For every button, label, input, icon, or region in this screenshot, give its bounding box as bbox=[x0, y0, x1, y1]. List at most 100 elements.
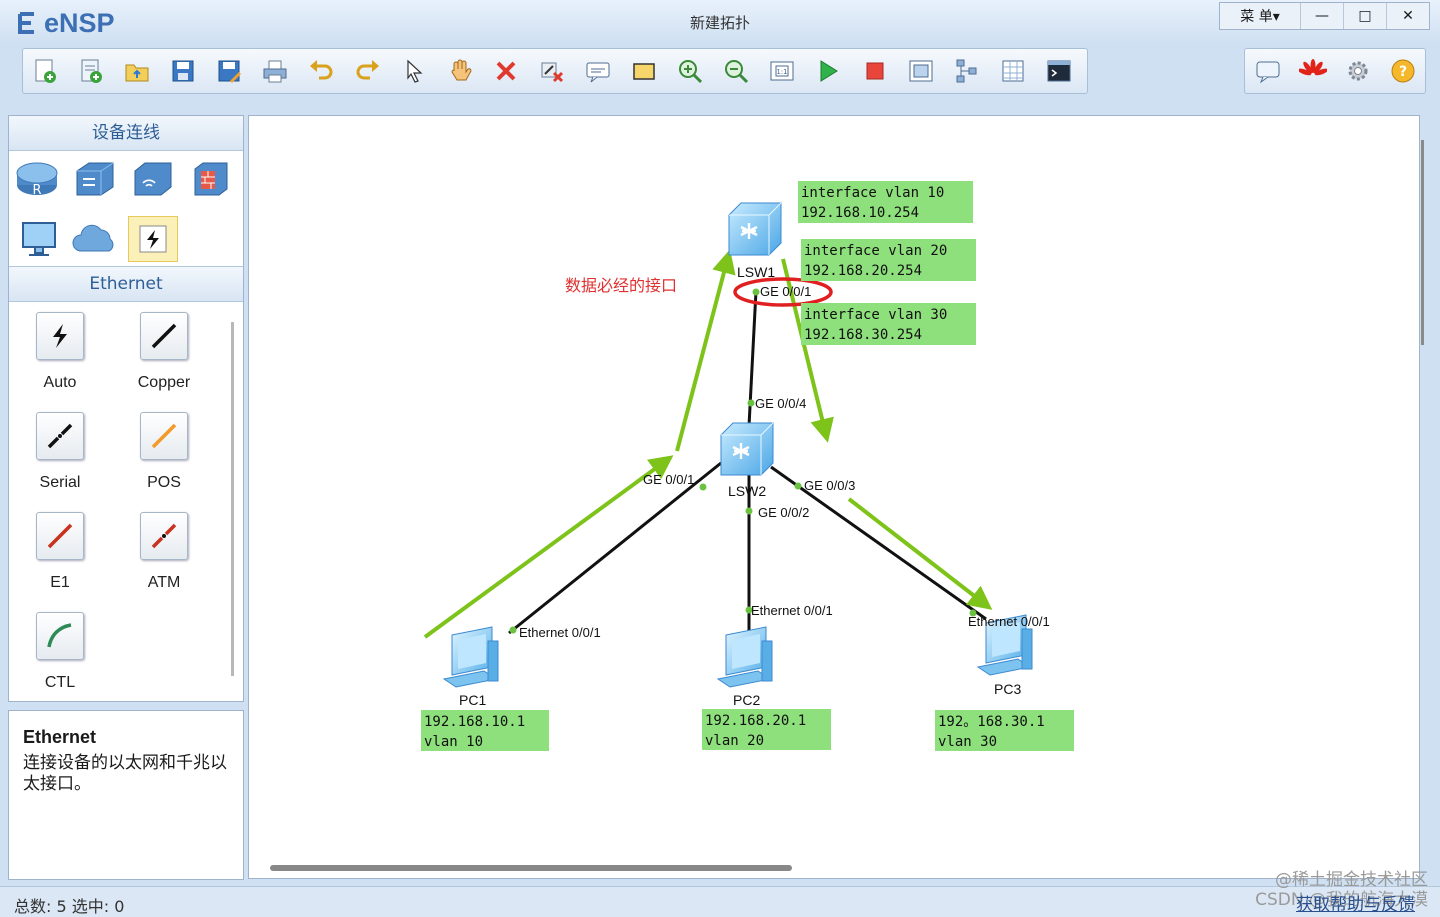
pan-button[interactable] bbox=[442, 53, 478, 89]
pc-icon bbox=[22, 222, 56, 256]
flow-arrow-pc1-to-lsw2 bbox=[423, 455, 674, 639]
canvas-vertical-scrollbar[interactable] bbox=[1421, 140, 1424, 345]
note-pc2[interactable]: 192.168.20.1 vlan 20 bbox=[702, 709, 831, 750]
cable-atm[interactable]: ATM bbox=[119, 512, 209, 592]
atm-cable-icon bbox=[151, 523, 177, 549]
devices-header: 设备连线 bbox=[9, 116, 243, 151]
note-pc1[interactable]: 192.168.10.1 vlan 10 bbox=[421, 710, 549, 751]
note-line: vlan 10 bbox=[424, 734, 483, 750]
annotation-text[interactable]: 数据必经的接口 bbox=[565, 276, 677, 295]
cable-label: Auto bbox=[43, 374, 77, 391]
cable-serial[interactable]: Serial bbox=[15, 412, 105, 492]
capture-button[interactable] bbox=[903, 53, 939, 89]
cable-auto[interactable]: Auto bbox=[15, 312, 105, 392]
close-button[interactable]: ✕ bbox=[1386, 3, 1429, 29]
switch-lsw1[interactable] bbox=[727, 201, 783, 257]
note-line: interface vlan 10 bbox=[801, 185, 944, 201]
delete-button[interactable] bbox=[488, 53, 524, 89]
switch-category[interactable] bbox=[71, 157, 119, 201]
rectangle-button[interactable] bbox=[626, 53, 662, 89]
topology-button[interactable] bbox=[949, 53, 985, 89]
help-button[interactable]: ? bbox=[1385, 53, 1421, 89]
pan-hand-icon bbox=[451, 59, 472, 81]
pc1[interactable] bbox=[443, 626, 499, 688]
huawei-button[interactable] bbox=[1295, 53, 1331, 89]
print-button[interactable] bbox=[257, 53, 293, 89]
cli-icon bbox=[1047, 60, 1071, 82]
save-icon bbox=[172, 60, 194, 82]
minimize-button[interactable]: — bbox=[1300, 3, 1343, 29]
router-icon: R bbox=[16, 162, 58, 198]
horizontal-scroll-thumb[interactable] bbox=[270, 865, 792, 871]
info-panel: Ethernet 连接设备的以太网和千兆以太接口。 bbox=[8, 710, 244, 880]
open-icon bbox=[125, 64, 149, 82]
note-line: 192.168.20.1 bbox=[705, 713, 806, 729]
zoom-in-button[interactable] bbox=[672, 53, 708, 89]
cable-pos[interactable]: POS bbox=[119, 412, 209, 492]
grid-icon bbox=[1002, 60, 1024, 82]
topology-canvas[interactable]: interface vlan 10 192.168.10.254 interfa… bbox=[248, 115, 1420, 879]
cable-copper[interactable]: Copper bbox=[119, 312, 209, 392]
redo-button[interactable] bbox=[350, 53, 386, 89]
port-label: Ethernet 0/0/1 bbox=[968, 614, 1050, 629]
note-line: interface vlan 30 bbox=[804, 307, 947, 323]
topology-diagram: interface vlan 10 192.168.10.254 interfa… bbox=[421, 181, 1074, 751]
pc2[interactable] bbox=[717, 626, 773, 688]
note-pc3[interactable]: 192。168.30.1 vlan 30 bbox=[935, 710, 1074, 751]
stop-device-button[interactable] bbox=[857, 53, 893, 89]
cable-ctl[interactable]: CTL bbox=[15, 612, 105, 692]
flow-arrow-lsw2-to-pc3 bbox=[847, 497, 993, 610]
note-vlan10[interactable]: interface vlan 10 192.168.10.254 bbox=[798, 181, 973, 223]
text-label-button[interactable] bbox=[580, 53, 616, 89]
new-example-button[interactable] bbox=[73, 53, 109, 89]
switch-icon bbox=[76, 162, 114, 196]
start-device-button[interactable] bbox=[811, 53, 847, 89]
firewall-category[interactable] bbox=[187, 157, 235, 201]
save-as-button[interactable] bbox=[211, 53, 247, 89]
fit-window-button[interactable]: 1:1 bbox=[765, 53, 801, 89]
undo-button[interactable] bbox=[304, 53, 340, 89]
open-button[interactable] bbox=[119, 53, 155, 89]
port-label: GE 0/0/3 bbox=[804, 478, 855, 493]
settings-button[interactable] bbox=[1340, 53, 1376, 89]
switch-lsw2[interactable] bbox=[719, 421, 775, 477]
maximize-button[interactable]: □ bbox=[1343, 3, 1386, 29]
chat-button[interactable] bbox=[1250, 53, 1286, 89]
connection-category[interactable] bbox=[128, 216, 178, 262]
grid-button[interactable] bbox=[995, 53, 1031, 89]
save-button[interactable] bbox=[165, 53, 201, 89]
select-button[interactable] bbox=[396, 53, 432, 89]
capture-icon bbox=[909, 60, 933, 82]
flow-arrow-lsw2-to-lsw1 bbox=[675, 249, 736, 452]
zoom-out-button[interactable] bbox=[718, 53, 754, 89]
device-label-lsw2: LSW2 bbox=[728, 483, 766, 499]
fit-to-window-icon: 1:1 bbox=[770, 61, 794, 81]
save-as-icon bbox=[218, 60, 242, 83]
help-feedback-link[interactable]: 获取帮助与反馈 bbox=[1296, 890, 1415, 915]
note-vlan20[interactable]: interface vlan 20 192.168.20.254 bbox=[801, 239, 976, 281]
port-label: Ethernet 0/0/1 bbox=[751, 603, 833, 618]
cloud-category[interactable] bbox=[71, 217, 119, 261]
svg-text:1:1: 1:1 bbox=[777, 68, 788, 76]
new-topology-button[interactable] bbox=[27, 53, 63, 89]
cable-e1[interactable]: E1 bbox=[15, 512, 105, 592]
cable-list-scrollbar[interactable] bbox=[231, 322, 234, 676]
firewall-icon bbox=[194, 162, 228, 196]
menu-button[interactable]: 菜 单▾ bbox=[1220, 3, 1300, 29]
port-label: GE 0/0/1 bbox=[643, 472, 694, 487]
delete-link-button[interactable] bbox=[534, 53, 570, 89]
start-device-icon bbox=[820, 60, 839, 82]
note-line: 192.168.30.254 bbox=[804, 327, 922, 343]
link-lsw2-pc1[interactable] bbox=[508, 461, 722, 635]
pc-category[interactable] bbox=[15, 217, 63, 261]
device-panel: 设备连线 R Ethernet Auto Copper Serial POS E… bbox=[8, 115, 244, 702]
wireless-category[interactable] bbox=[129, 157, 177, 201]
port-dot bbox=[699, 483, 707, 491]
cli-button[interactable] bbox=[1041, 53, 1077, 89]
note-vlan30[interactable]: interface vlan 30 192.168.30.254 bbox=[801, 303, 976, 345]
stop-device-icon bbox=[866, 62, 884, 80]
device-label-pc2: PC2 bbox=[733, 692, 760, 708]
router-category[interactable]: R bbox=[13, 157, 61, 201]
right-toolbar: ? bbox=[1244, 48, 1426, 94]
serial-cable-icon bbox=[47, 423, 73, 449]
